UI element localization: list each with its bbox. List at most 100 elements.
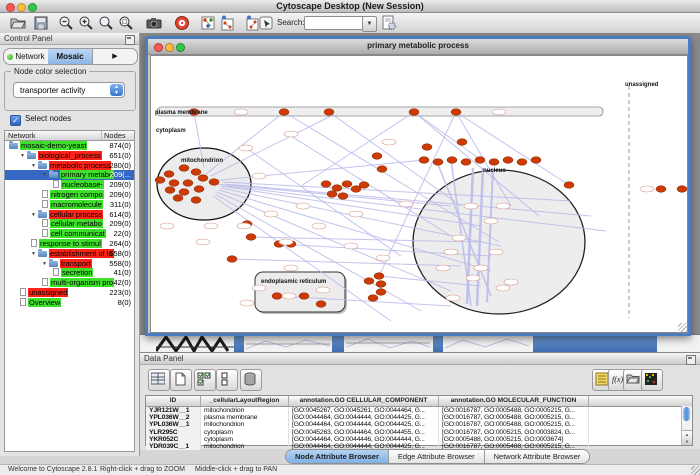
float-panel-icon[interactable]	[125, 35, 135, 45]
node	[164, 171, 174, 178]
scrollbar-arrows-icon[interactable]: ▲▼	[682, 430, 692, 445]
window-fragment	[346, 335, 431, 352]
attribute-table-icon[interactable]	[148, 369, 170, 391]
table-cell: [GO:0044464, GO:0044444, GO:0044425, G..…	[289, 414, 439, 421]
select-attributes-icon[interactable]	[194, 369, 216, 391]
tree-row-mosaic-demo-yeast[interactable]: mosaic-demo-yeast874(0)	[5, 141, 134, 151]
tree-row-secretion[interactable]: secretion41(0)	[5, 268, 134, 278]
table-row[interactable]: YKR052Ccytoplasm[GO:0044464, GO:0044446,…	[146, 436, 692, 443]
save-session-icon[interactable]	[33, 15, 49, 31]
node-label-pill	[436, 265, 450, 271]
annotation-icon[interactable]	[259, 16, 275, 32]
tree-row-macromolecule[interactable]: macromolecule311(0)	[5, 200, 134, 210]
column-header-filler[interactable]	[589, 396, 692, 406]
zoom-in-icon[interactable]	[78, 15, 94, 31]
node-label-pill	[484, 218, 498, 224]
tab-network-attribute-browser[interactable]: Network Attribute Browser	[485, 450, 590, 463]
tree-row-nitrogen-compo[interactable]: nitrogen compo209(0)	[5, 190, 134, 200]
layout-nodes-2-icon[interactable]	[244, 15, 260, 31]
tree-row-primary-metabo[interactable]: ▼primary metabo209(...	[5, 170, 134, 180]
search-dropdown-icon[interactable]: ▼	[362, 16, 377, 32]
data-panel-header: Data Panel	[140, 353, 700, 365]
tree-row-cellular-metabo[interactable]: cellular metabo209(0)	[5, 219, 134, 229]
snapshot-camera-icon[interactable]	[146, 15, 162, 31]
tree-row-overview[interactable]: Overview8(0)	[5, 298, 134, 308]
node	[299, 293, 309, 300]
tab-edge-attribute-browser[interactable]: Edge Attribute Browser	[389, 450, 485, 463]
unselect-attributes-icon[interactable]	[216, 369, 238, 391]
new-attribute-icon[interactable]	[170, 369, 192, 391]
zoom-selected-region-icon[interactable]	[118, 15, 134, 31]
window-fragment	[246, 335, 331, 352]
tree-header-network[interactable]: Network	[5, 131, 102, 140]
scrollbar-thumb[interactable]	[683, 407, 690, 421]
float-panel-icon[interactable]	[686, 355, 696, 365]
table-cell: YPL036W__2	[146, 414, 201, 421]
node	[246, 234, 256, 241]
tree-row-establishment-of-lo[interactable]: ▼establishment of lo558(0)	[5, 249, 134, 259]
column-header-id[interactable]: ID	[146, 396, 201, 406]
table-row[interactable]: YPL036W__2plasma membrane[GO:0044464, GO…	[146, 414, 692, 421]
tree-row-metabolic-process[interactable]: ▼metabolic process280(0)	[5, 161, 134, 171]
matrix-view-icon[interactable]	[641, 369, 663, 391]
tab-network[interactable]: Network	[4, 49, 48, 64]
tree-row-multi-organism-pro[interactable]: multi-organism pro42(0)	[5, 278, 134, 288]
network-file-icon	[53, 180, 59, 188]
node	[376, 281, 386, 288]
node-label-pill	[279, 239, 293, 245]
node-label-pill	[496, 285, 510, 291]
layout-nodes-1-icon[interactable]	[219, 15, 235, 31]
search-label: Search:	[277, 18, 305, 27]
network-window-titlebar[interactable]: primary metabolic process	[148, 39, 688, 55]
network-canvas[interactable]: plasma membranecytoplasmmitochondrionnuc…	[150, 55, 688, 333]
edge	[301, 112, 414, 186]
status-bar: Welcome to Cytoscape 2.8.1 Right-click +…	[0, 464, 700, 475]
zoom-fit-icon[interactable]	[98, 15, 114, 31]
folder-icon	[49, 261, 58, 267]
node-label-pill	[466, 275, 480, 281]
zoom-out-icon[interactable]	[58, 15, 74, 31]
dropdown-stepper-icon: ▲▼	[110, 84, 123, 96]
table-scrollbar[interactable]: ▲▼	[681, 406, 692, 445]
column-header-annotation-go-molecular-function[interactable]: annotation.GO MOLECULAR_FUNCTION	[439, 396, 589, 406]
resize-grip-icon[interactable]	[678, 323, 687, 332]
tree-row-cellular-process[interactable]: ▼cellular process614(0)	[5, 210, 134, 220]
background-windows[interactable]	[140, 334, 700, 352]
tree-row-unassigned[interactable]: unassigned223(0)	[5, 288, 134, 298]
tree-header-nodes[interactable]: Nodes	[102, 131, 134, 140]
open-file-icon[interactable]	[10, 15, 26, 31]
tree-row-biological-process[interactable]: ▼biological_process651(0)	[5, 151, 134, 161]
delete-attribute-icon[interactable]	[240, 369, 262, 391]
tree-row-node-count: 280(0)	[109, 161, 131, 171]
node	[422, 144, 432, 151]
status-pan-hint: Middle-click + drag to PAN	[195, 466, 277, 473]
node-color-dropdown[interactable]: transporter activity ▲▼	[13, 82, 125, 98]
table-row[interactable]: YJR121W__1mitochondrion[GO:0045267, GO:0…	[146, 407, 692, 414]
network-overview-icon[interactable]	[200, 15, 216, 31]
tree-row-response-to-stimul[interactable]: response to stimul264(0)	[5, 239, 134, 249]
node-label-pill	[444, 249, 458, 255]
node-label-pill	[452, 235, 466, 241]
node	[272, 293, 282, 300]
tab-node-attribute-browser[interactable]: Node Attribute Browser	[286, 450, 389, 463]
column-header-annotation-go-cellular-component[interactable]: annotation.GO CELLULAR_COMPONENT	[289, 396, 439, 406]
column-header--cellularlayoutregion[interactable]: _cellularLayoutRegion	[201, 396, 289, 406]
select-nodes-checkbox[interactable]: ✓	[10, 115, 21, 126]
node-label-pill	[640, 186, 654, 192]
search-input[interactable]	[304, 16, 366, 30]
node	[374, 273, 384, 280]
tab-mosaic[interactable]: Mosaic	[48, 49, 92, 64]
help-lifering-icon[interactable]	[174, 15, 190, 31]
node	[419, 157, 429, 164]
tree-row-nucleobase-[interactable]: nucleobase-209(0)	[5, 180, 134, 190]
tabs-overflow-arrow-icon[interactable]: ▶	[92, 49, 137, 64]
attribute-table-header[interactable]: ID_cellularLayoutRegionannotation.GO CEL…	[146, 396, 692, 407]
tree-row-transport[interactable]: ▼transport558(0)	[5, 259, 134, 269]
configure-search-icon[interactable]	[381, 15, 397, 31]
node	[447, 157, 457, 164]
tree-row-cell-communicat[interactable]: cell communicat22(0)	[5, 229, 134, 239]
node	[656, 186, 666, 193]
table-row[interactable]: YPL036W__1mitochondrion[GO:0044464, GO:0…	[146, 421, 692, 428]
table-row[interactable]: YLR295Ccytoplasm[GO:0045263, GO:0044464,…	[146, 429, 692, 436]
node-label-pill	[160, 223, 174, 229]
